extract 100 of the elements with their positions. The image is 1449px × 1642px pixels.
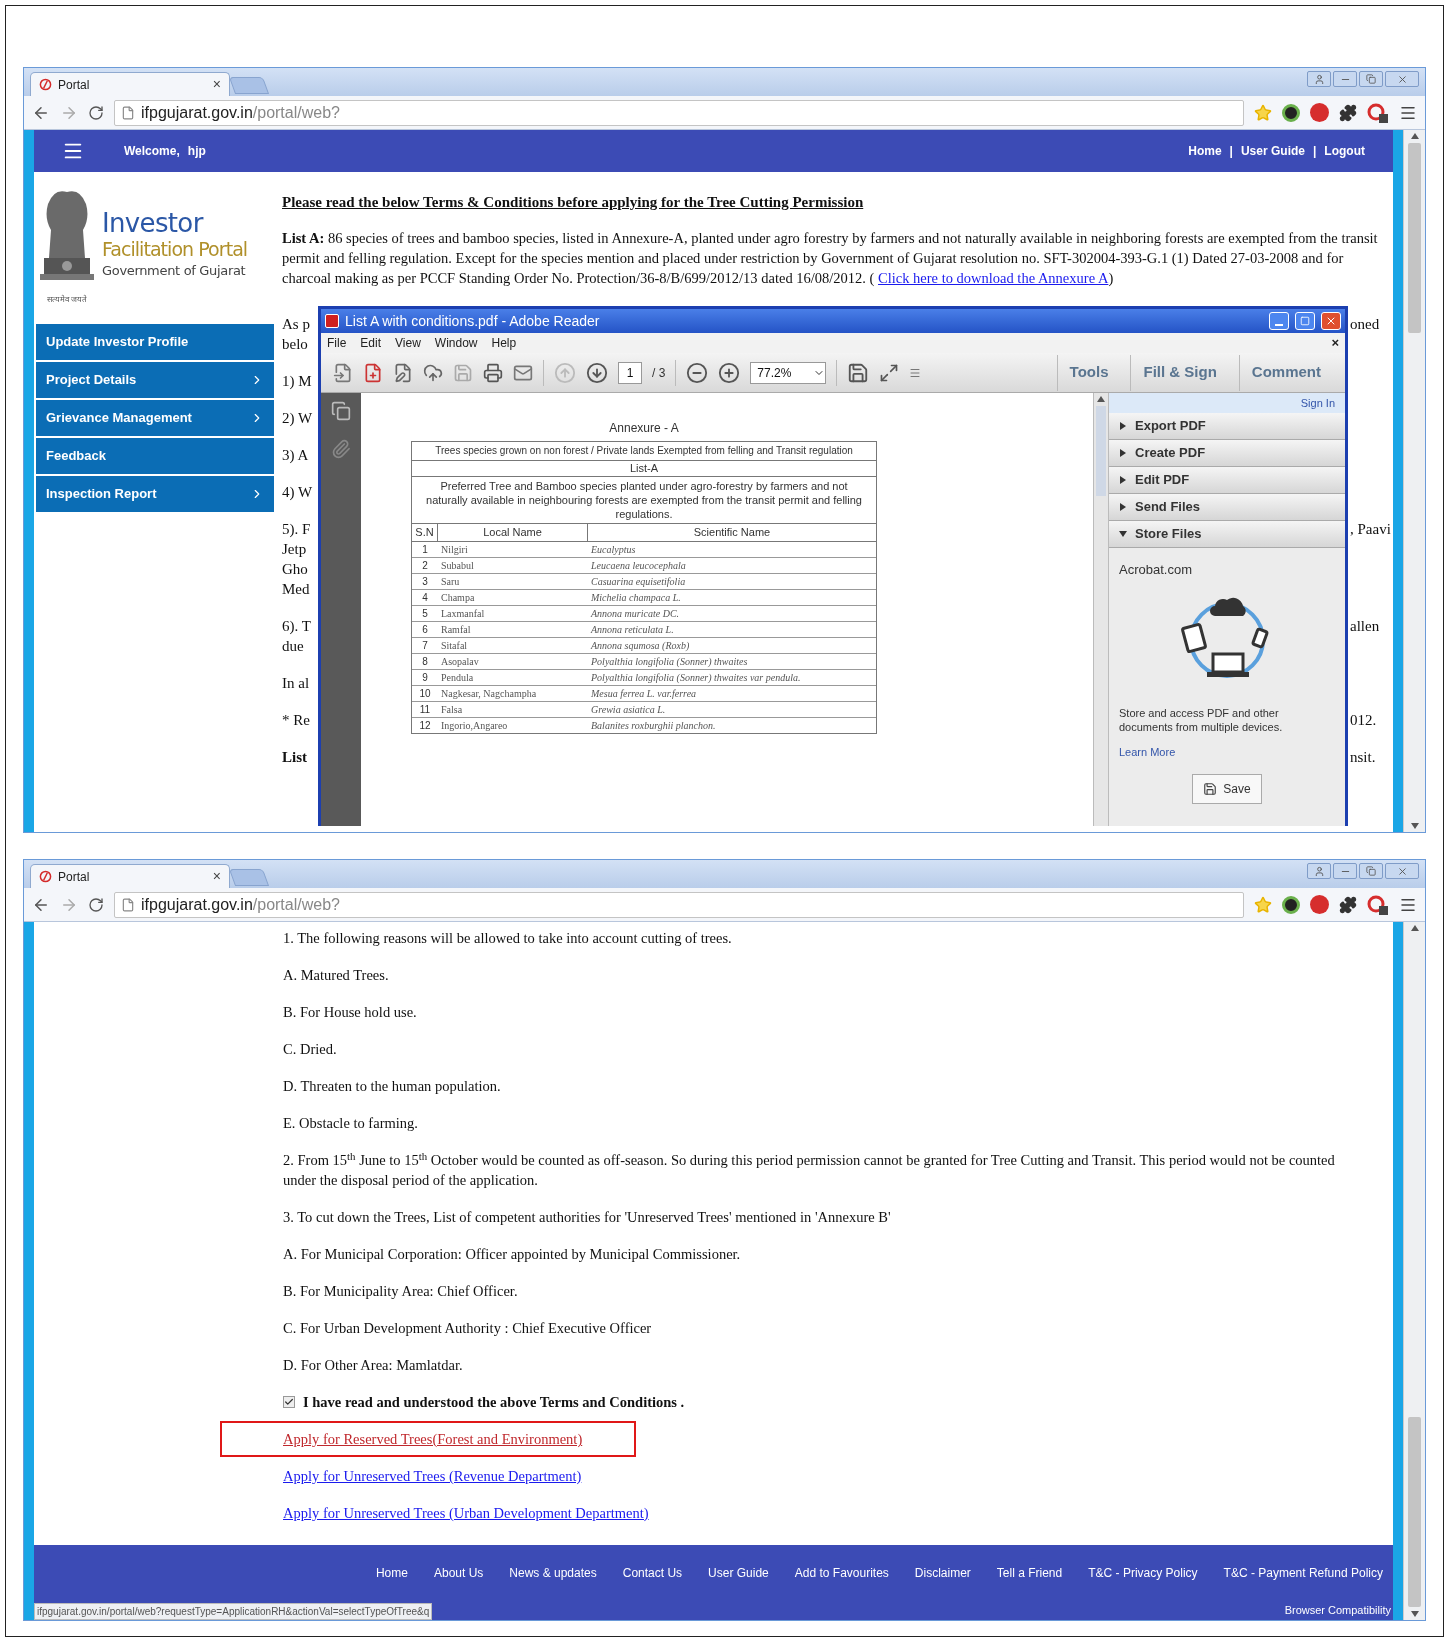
table-cell-text: Annona reticulata L. bbox=[589, 622, 675, 637]
full-screen-icon[interactable] bbox=[879, 362, 900, 383]
compatibility-link[interactable]: Browser Compatibility bbox=[1284, 1601, 1391, 1619]
reader-tab[interactable]: Fill & Sign bbox=[1130, 354, 1229, 391]
new-tab-button[interactable] bbox=[228, 869, 270, 886]
tab-close-button[interactable]: × bbox=[212, 74, 221, 95]
annexure-link[interactable]: Click here to download the Annexure A bbox=[878, 270, 1109, 286]
reload-icon[interactable] bbox=[88, 896, 104, 913]
apply-link[interactable]: Apply for Reserved Trees(Forest and Environment) bbox=[283, 1431, 583, 1447]
new-tab-button[interactable] bbox=[228, 77, 270, 94]
footer-link[interactable]: News & updates bbox=[509, 1563, 597, 1582]
restore-icon bbox=[1366, 74, 1376, 84]
sidebar-item[interactable]: Inspection Report bbox=[36, 476, 274, 512]
next-page-icon[interactable] bbox=[586, 361, 608, 384]
footer-link[interactable]: Add to Favourites bbox=[794, 1563, 889, 1582]
menu-item[interactable]: File bbox=[327, 334, 347, 352]
reader-tab[interactable]: Comment bbox=[1238, 354, 1333, 391]
extension-icon[interactable] bbox=[1367, 101, 1389, 124]
tab-title: Portal bbox=[58, 868, 91, 886]
document-icon[interactable] bbox=[333, 362, 353, 383]
sidebar-item[interactable]: Grievance Management bbox=[36, 400, 274, 436]
sidebar-item[interactable]: Project Details bbox=[36, 362, 274, 398]
close-button[interactable] bbox=[1385, 863, 1419, 879]
panel-header[interactable]: Create PDF bbox=[1109, 440, 1345, 467]
zoom-in-icon[interactable] bbox=[718, 361, 741, 384]
table-caption: Preferred Tree and Bamboo species planted under agro-forestry by farmers and not naturally available in neighbouring forests are exempted from the transit permit and felling regulations. bbox=[412, 477, 876, 524]
terms-text: A. Matured Trees. bbox=[283, 966, 390, 985]
extension-icon[interactable] bbox=[1367, 893, 1389, 916]
save-button[interactable]: Save bbox=[1192, 774, 1262, 804]
close-button[interactable] bbox=[1385, 71, 1419, 87]
restore-button[interactable] bbox=[1359, 71, 1383, 87]
table-cell-text: Grewia asiatica L. bbox=[590, 702, 667, 717]
scrollbar[interactable] bbox=[1093, 393, 1109, 826]
sidebar-item[interactable]: Update Investor Profile bbox=[36, 324, 274, 360]
browser-tab[interactable]: Portal × bbox=[30, 72, 230, 96]
address-field[interactable]: ifpgujarat.gov.in/portal/web? bbox=[114, 891, 1244, 918]
scroll-thumb[interactable] bbox=[1408, 1417, 1421, 1607]
close-document-button[interactable]: × bbox=[1331, 333, 1339, 353]
menu-item[interactable]: Help bbox=[491, 334, 517, 352]
profile-button[interactable] bbox=[1307, 863, 1331, 879]
terms-text: C. Dried. bbox=[283, 1040, 338, 1059]
sign-in-link[interactable]: Sign In bbox=[1300, 394, 1335, 412]
learn-more-link[interactable]: Learn More bbox=[1119, 743, 1335, 760]
adblock-icon[interactable] bbox=[1310, 895, 1329, 914]
panel-header[interactable]: Export PDF bbox=[1109, 413, 1345, 440]
panel-header[interactable]: Store Files bbox=[1109, 521, 1345, 548]
zoom-field[interactable]: 77.2% bbox=[750, 361, 827, 384]
terms-text: 2. From 15$^{th}$ June to 15$^{th}$ October would be counted as off-season. So during this period permission cannot be granted for Tree Cutting and Transit. This period would not be counted under the disposal period of the application. bbox=[283, 1150, 1336, 1190]
footer-link[interactable]: Contact Us bbox=[622, 1563, 683, 1582]
star-icon[interactable] bbox=[1254, 103, 1272, 122]
checkbox[interactable] bbox=[283, 1396, 295, 1408]
address-field[interactable]: ifpgujarat.gov.in/portal/web? bbox=[114, 99, 1244, 126]
tab-close-button[interactable]: × bbox=[212, 866, 221, 887]
footer-link[interactable]: T&C - Privacy Policy bbox=[1088, 1563, 1198, 1582]
puzzle-icon[interactable] bbox=[1339, 103, 1357, 122]
scrollbar[interactable] bbox=[1403, 922, 1425, 1620]
footer-link[interactable]: Home bbox=[375, 1563, 408, 1582]
scrollbar[interactable] bbox=[1403, 130, 1425, 832]
page-number-field[interactable]: 1 bbox=[618, 361, 642, 384]
adblock-icon[interactable] bbox=[1310, 103, 1329, 122]
panel-header[interactable]: Send Files bbox=[1109, 494, 1345, 521]
apply-link[interactable]: Apply for Unreserved Trees (Revenue Department) bbox=[283, 1466, 582, 1486]
edit-icon[interactable] bbox=[393, 362, 413, 383]
browser-tab[interactable]: Portal × bbox=[30, 864, 230, 888]
reader-tab[interactable]: Tools bbox=[1056, 354, 1121, 391]
header-link[interactable]: Logout bbox=[1324, 142, 1365, 160]
maximize-button[interactable] bbox=[1295, 312, 1315, 330]
more-icon[interactable] bbox=[909, 366, 922, 379]
footer-link[interactable]: Disclaimer bbox=[914, 1563, 971, 1582]
minimize-button[interactable] bbox=[1333, 71, 1357, 87]
header-link[interactable]: Home bbox=[1188, 142, 1222, 160]
apply-link[interactable]: Apply for Unreserved Trees (Urban Development Department) bbox=[283, 1503, 649, 1523]
footer-link[interactable]: Tell a Friend bbox=[996, 1563, 1063, 1582]
description-text: Store and access PDF and other documents from multiple devices. bbox=[1119, 705, 1284, 734]
sidebar-item[interactable]: Feedback bbox=[36, 438, 274, 474]
menu-item[interactable]: Edit bbox=[360, 334, 382, 352]
cloud-upload-icon[interactable] bbox=[423, 362, 443, 383]
panel-header[interactable]: Edit PDF bbox=[1109, 467, 1345, 494]
star-icon[interactable] bbox=[1254, 895, 1272, 914]
footer-link[interactable]: About Us bbox=[433, 1563, 484, 1582]
extension-icon[interactable] bbox=[1282, 103, 1300, 122]
reload-icon[interactable] bbox=[88, 104, 104, 121]
footer-link[interactable]: T&C - Payment Refund Policy bbox=[1223, 1563, 1383, 1582]
profile-button[interactable] bbox=[1307, 71, 1331, 87]
minimize-button[interactable] bbox=[1333, 863, 1357, 879]
header-link[interactable]: User Guide bbox=[1240, 142, 1305, 160]
scroll-thumb[interactable] bbox=[1408, 143, 1421, 333]
puzzle-icon[interactable] bbox=[1339, 895, 1357, 914]
zoom-out-icon[interactable] bbox=[686, 361, 709, 384]
footer-link[interactable]: User Guide bbox=[708, 1563, 769, 1582]
pages-icon[interactable] bbox=[331, 401, 351, 421]
menu-item[interactable]: View bbox=[395, 334, 421, 352]
restore-button[interactable] bbox=[1359, 863, 1383, 879]
extension-icon[interactable] bbox=[1282, 895, 1300, 914]
paperclip-icon[interactable] bbox=[331, 439, 351, 459]
menu-item[interactable]: Window bbox=[434, 334, 478, 352]
create-pdf-icon[interactable] bbox=[363, 362, 383, 383]
print-icon[interactable] bbox=[483, 362, 503, 383]
save-icon[interactable] bbox=[453, 362, 473, 383]
terms-text: E. Obstacle to farming. bbox=[283, 1114, 419, 1133]
